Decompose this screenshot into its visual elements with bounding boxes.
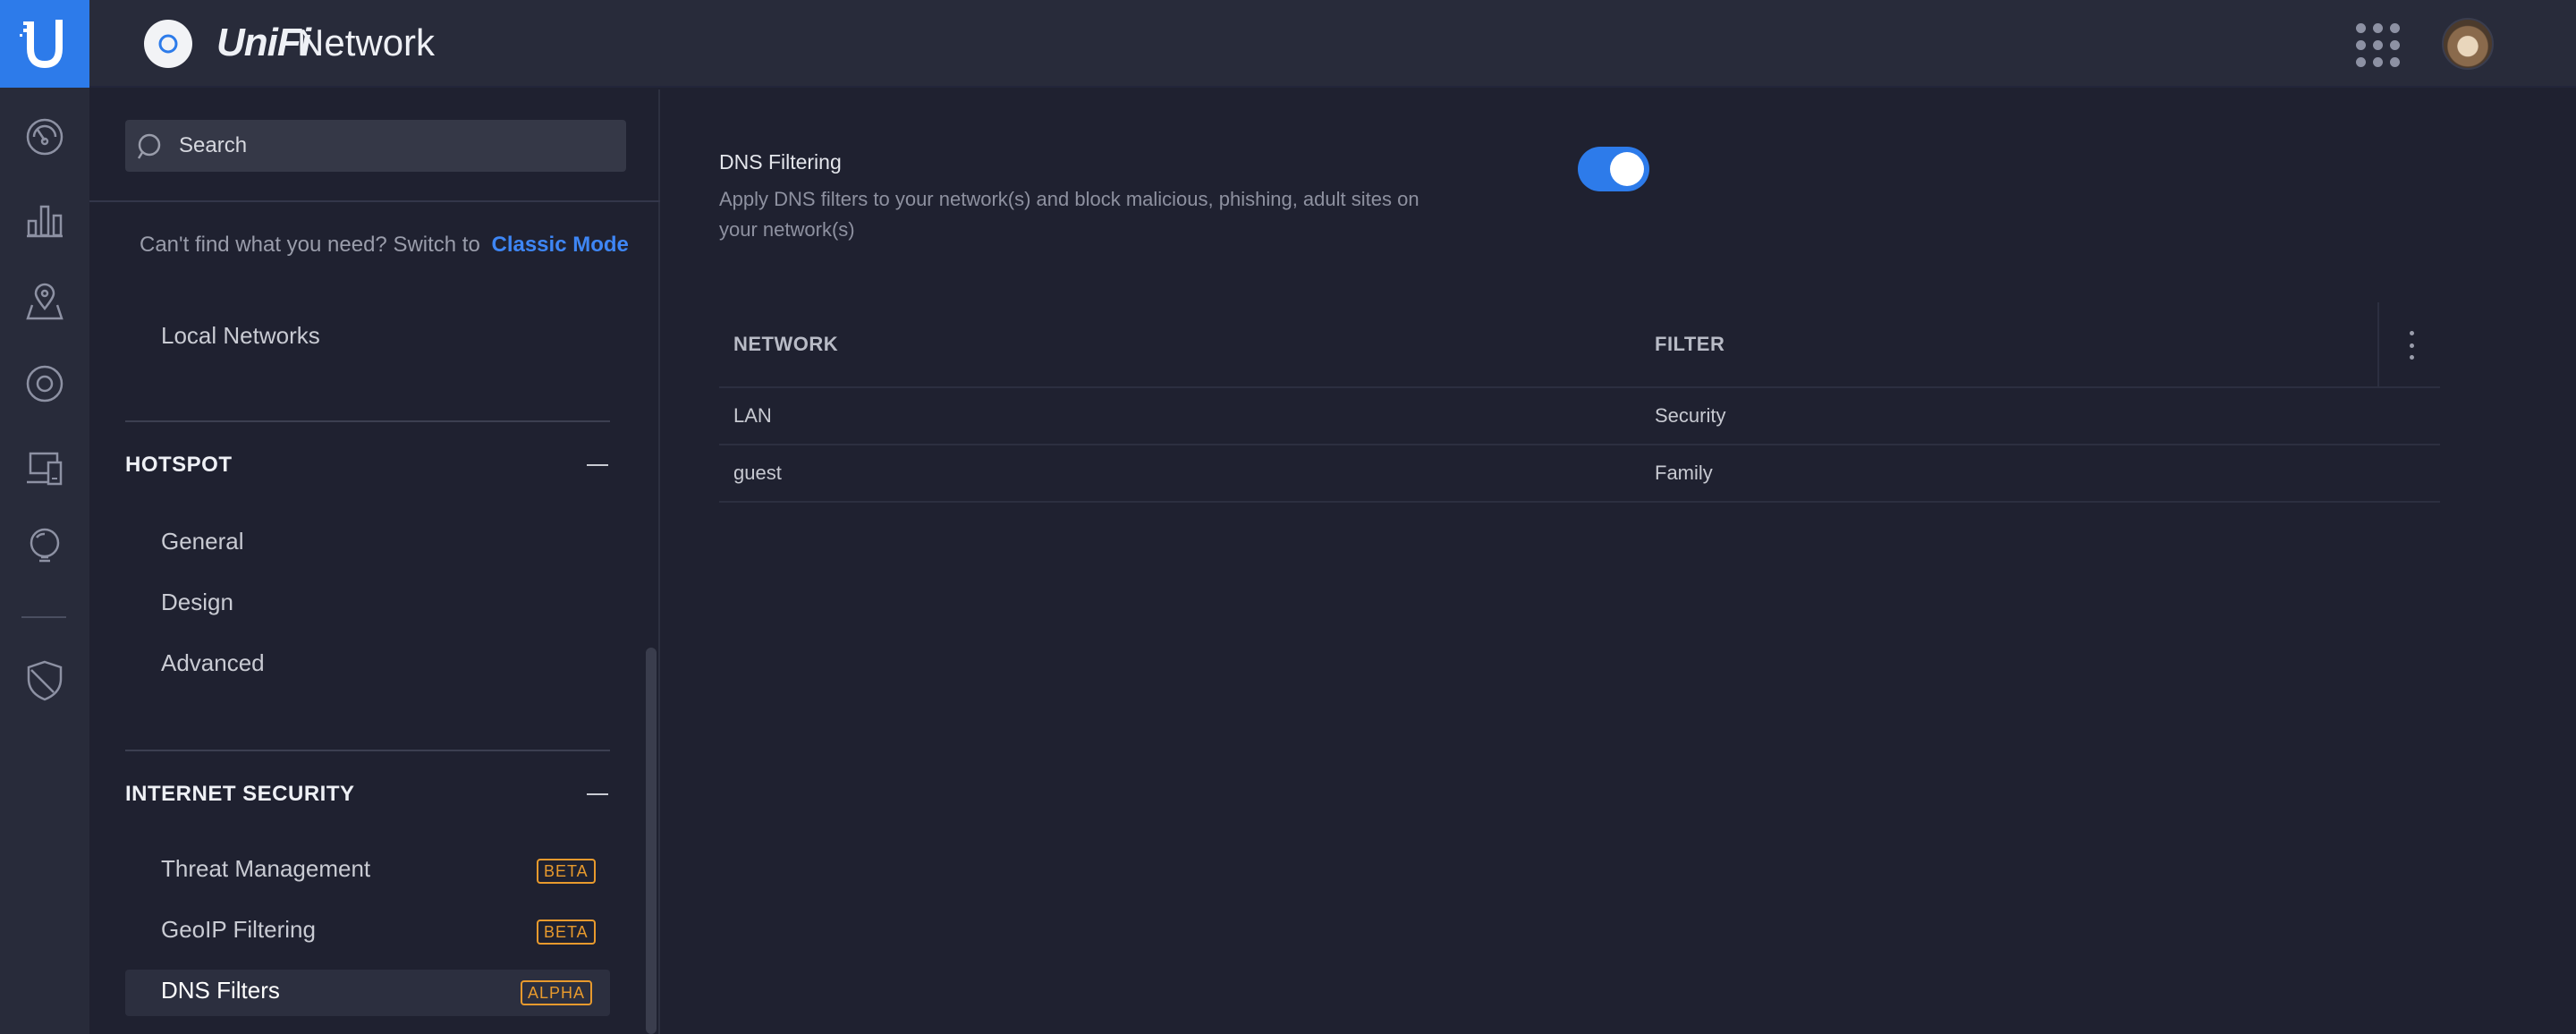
- beta-badge: BETA: [537, 920, 596, 945]
- clients-icon[interactable]: [0, 436, 89, 499]
- cell-network: guest: [733, 462, 782, 484]
- sidebar-item-general[interactable]: General: [161, 528, 244, 555]
- classic-mode-link[interactable]: Classic Mode: [491, 233, 628, 257]
- alpha-badge: ALPHA: [521, 980, 593, 1005]
- devices-icon[interactable]: [0, 352, 89, 415]
- dns-filtering-toggle[interactable]: [1578, 147, 1649, 191]
- section-divider: [125, 750, 610, 751]
- cell-network: LAN: [733, 404, 772, 427]
- table-row[interactable]: guest Family: [719, 445, 2440, 503]
- section-title-hotspot[interactable]: HOTSPOT: [125, 453, 233, 478]
- column-header-filter[interactable]: FILTER: [1655, 333, 1724, 356]
- search-box[interactable]: [125, 120, 626, 172]
- statistics-icon[interactable]: [0, 188, 89, 250]
- settings-sidebar: Can't find what you need? Switch to Clas…: [89, 89, 660, 1034]
- dashboard-icon[interactable]: [0, 106, 89, 168]
- unifi-logo-icon[interactable]: [0, 0, 89, 88]
- rail-divider: [21, 616, 66, 618]
- section-title-internet-security[interactable]: INTERNET SECURITY: [125, 782, 355, 807]
- sidebar-item-dns-filters[interactable]: DNS Filters: [161, 977, 280, 1004]
- beta-badge: BETA: [537, 859, 596, 884]
- classic-mode-prompt: Can't find what you need? Switch to Clas…: [140, 233, 629, 258]
- sidebar-item-local-networks[interactable]: Local Networks: [161, 322, 320, 350]
- map-icon[interactable]: [0, 270, 89, 333]
- collapse-icon[interactable]: [587, 464, 608, 466]
- more-icon[interactable]: [2402, 327, 2420, 363]
- search-input[interactable]: [179, 120, 608, 172]
- dns-filtering-description: Apply DNS filters to your network(s) and…: [719, 188, 1419, 241]
- brand-app-name: Network: [297, 21, 436, 64]
- apps-grid-icon[interactable]: [2354, 21, 2401, 68]
- icon-rail: [0, 0, 89, 1034]
- main-content: DNS Filtering Apply DNS filters to your …: [662, 89, 2576, 1034]
- insights-icon[interactable]: [0, 515, 89, 578]
- sidebar-item-design[interactable]: Design: [161, 589, 233, 616]
- device-icon[interactable]: [144, 20, 192, 68]
- sidebar-item-threat-management[interactable]: Threat Management: [161, 855, 370, 883]
- search-icon: [137, 133, 161, 159]
- collapse-icon[interactable]: [587, 793, 608, 795]
- table-row[interactable]: LAN Security: [719, 388, 2440, 445]
- avatar[interactable]: [2442, 18, 2494, 70]
- sidebar-item-advanced[interactable]: Advanced: [161, 649, 265, 677]
- sidebar-item-geoip-filtering[interactable]: GeoIP Filtering: [161, 916, 316, 944]
- column-header-network[interactable]: NETWORK: [733, 333, 838, 356]
- section-divider: [125, 420, 610, 422]
- dns-filtering-title: DNS Filtering: [719, 150, 842, 174]
- column-divider: [2377, 302, 2379, 388]
- classic-mode-text: Can't find what you need? Switch to: [140, 233, 480, 257]
- divider: [89, 200, 660, 202]
- dns-filter-table: NETWORK FILTER LAN Security guest Family: [719, 302, 2440, 503]
- sidebar-scrollbar[interactable]: [646, 648, 657, 1034]
- table-header: NETWORK FILTER: [719, 302, 2440, 388]
- toggle-knob: [1610, 152, 1644, 186]
- cell-filter: Security: [1655, 404, 1726, 427]
- top-header: UniFi Network: [89, 0, 2576, 88]
- cell-filter: Family: [1655, 462, 1713, 484]
- security-icon[interactable]: [0, 649, 89, 712]
